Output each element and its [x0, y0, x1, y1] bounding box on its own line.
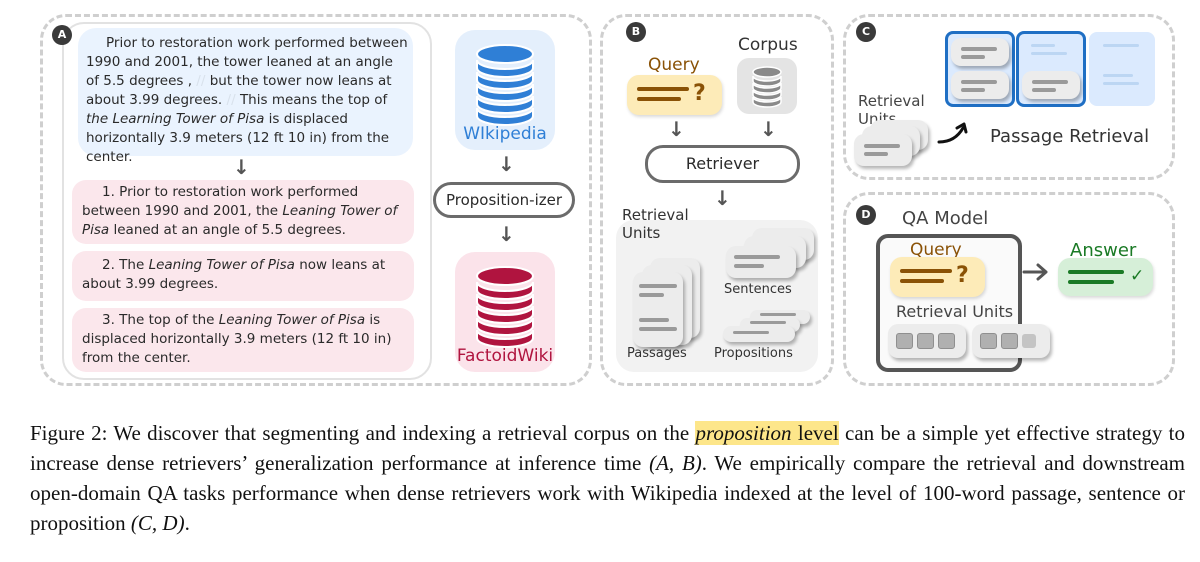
proposition-3: 3. The top of the Leaning Tower of Pisa … — [72, 308, 414, 372]
qa-model-label: QA Model — [902, 208, 989, 229]
passage-retrieved-2 — [1016, 31, 1086, 107]
proposition-2: 2. The Leaning Tower of Pisa now leans a… — [72, 251, 414, 301]
corpus-db — [737, 58, 797, 114]
caption-highlight-italic: proposition — [695, 421, 792, 445]
unit-card — [854, 134, 912, 166]
retrieval-units-label: Retrieval Units — [622, 206, 689, 242]
down-arrow-icon: ↓ — [668, 117, 685, 141]
panel-c-badge: C — [856, 22, 876, 42]
caption-ref-ab: (A, B) — [649, 451, 702, 475]
caption-ref-cd: (C, D) — [130, 511, 185, 535]
passages-label: Passages — [627, 346, 687, 361]
passage-retrieval-label: Passage Retrieval — [990, 126, 1150, 147]
corpus-label: Corpus — [738, 35, 798, 55]
query-box: ? — [627, 75, 722, 115]
proposition-text: 2. The — [102, 257, 149, 273]
proposition-text: 3. The top of the — [102, 312, 219, 328]
down-arrow-icon: ↓ — [233, 155, 250, 179]
wikipedia-label: WIkipedia — [463, 124, 547, 144]
sentences-label: Sentences — [724, 282, 792, 297]
source-text-3: This means the top of — [239, 92, 388, 108]
answer-box: ✓ — [1058, 258, 1153, 296]
proposition-entity: Leaning Tower of Pisa — [148, 257, 295, 273]
down-arrow-icon: ↓ — [760, 117, 777, 141]
propositions-label: Propositions — [714, 346, 793, 361]
passage-unretrieved — [1089, 32, 1155, 106]
proposition-1: 1. Prior to restoration work performed b… — [72, 180, 414, 244]
panel-b-badge: B — [626, 22, 646, 42]
caption-highlight-rest: level — [791, 421, 839, 445]
passage-card — [633, 272, 683, 347]
proposition-entity: Leaning Tower of Pisa — [218, 312, 366, 328]
segment-separator: // — [226, 92, 236, 108]
retriever-box: Retriever — [645, 145, 800, 183]
checkmark-icon: ✓ — [1130, 266, 1145, 286]
down-arrow-icon: ↓ — [714, 186, 731, 210]
proposition-card — [723, 326, 795, 342]
source-text-italic-tower: Learning Tower of Pisa — [112, 111, 265, 127]
factoidwiki-db: FactoidWiki — [455, 252, 555, 372]
curved-arrow-icon — [937, 122, 968, 144]
proposition-izer-box: Proposition-izer — [433, 182, 575, 218]
question-mark-icon: ? — [956, 263, 969, 288]
panel-a-badge: A — [52, 25, 72, 45]
caption-prefix: Figure 2: We discover that segmenting an… — [30, 421, 696, 445]
passage-retrieved-1 — [945, 31, 1015, 107]
source-passage: Prior to restoration work performed betw… — [78, 28, 413, 165]
query-box: ? — [890, 257, 985, 297]
down-arrow-icon: ↓ — [498, 152, 515, 176]
database-icon — [476, 266, 534, 348]
wikipedia-db: WIkipedia — [455, 30, 555, 150]
caption-highlight: proposition level — [695, 421, 839, 445]
unit-group-2 — [972, 324, 1050, 358]
segment-separator: // — [196, 73, 206, 89]
figure-caption: Figure 2: We discover that segmenting an… — [30, 418, 1185, 538]
source-text-italic-the: the — [86, 111, 109, 127]
database-icon — [476, 44, 534, 126]
sentence-card — [726, 246, 796, 278]
proposition-text: leaned at an angle of 5.5 degrees. — [109, 222, 346, 238]
retrieval-units-label: Retrieval Units — [896, 302, 1014, 321]
factoidwiki-label: FactoidWiki — [456, 346, 554, 366]
caption-suffix: . — [184, 511, 190, 535]
database-icon — [752, 66, 782, 108]
query-label: Query — [648, 55, 700, 75]
question-mark-icon: ? — [693, 81, 706, 106]
down-arrow-icon: ↓ — [498, 222, 515, 246]
panel-d-badge: D — [856, 205, 876, 225]
right-arrow-icon — [1022, 263, 1048, 281]
unit-group-1 — [888, 324, 966, 358]
